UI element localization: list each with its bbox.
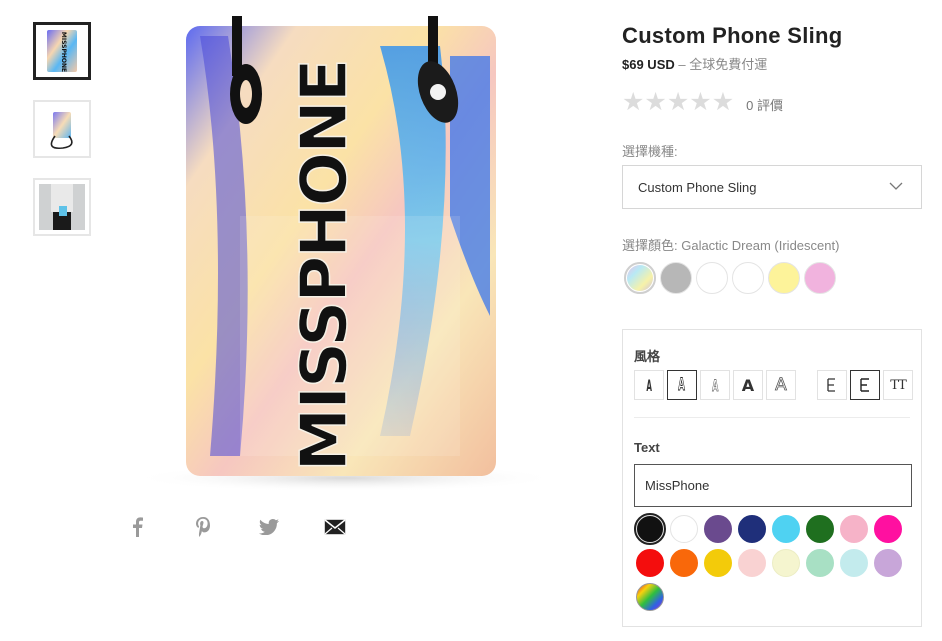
product-thumbnail-image: MISSPHONE	[47, 30, 77, 72]
color-swatch-white[interactable]	[696, 262, 728, 294]
star-icon: ★	[666, 88, 690, 116]
custom-text-input[interactable]	[634, 464, 912, 507]
text-color-swatches	[634, 513, 916, 617]
text-color-navy[interactable]	[738, 515, 766, 543]
font-style-condensed-outline[interactable]: A	[667, 370, 697, 400]
facebook-icon[interactable]	[104, 512, 170, 542]
text-color-cream[interactable]	[772, 549, 800, 577]
layout-left-icon[interactable]	[817, 370, 847, 400]
product-price: $69 USD	[622, 57, 675, 72]
thumbnail-list: MISSPHONE	[33, 22, 91, 256]
style-label: 風格	[634, 349, 661, 364]
layout-boxed-icon[interactable]	[850, 370, 880, 400]
twitter-icon[interactable]	[236, 512, 302, 542]
text-color-red[interactable]	[636, 549, 664, 577]
font-style-bold[interactable]: A	[733, 370, 763, 400]
text-color-light-blue[interactable]	[840, 549, 868, 577]
model-label: 選擇機種:	[622, 144, 678, 159]
product-image-text: MISSPHONE	[288, 61, 362, 472]
color-swatch-grey[interactable]	[660, 262, 692, 294]
text-color-sky[interactable]	[772, 515, 800, 543]
product-title: Custom Phone Sling	[622, 23, 843, 48]
font-style-outline[interactable]: A	[766, 370, 796, 400]
star-icon: ★	[622, 88, 645, 116]
review-count[interactable]: 0 評價	[746, 95, 783, 114]
text-color-light-pink[interactable]	[840, 515, 868, 543]
text-color-blush[interactable]	[738, 549, 766, 577]
email-icon[interactable]	[302, 512, 368, 542]
price-line: $69 USD – 全球免費付運	[622, 54, 922, 73]
text-color-black[interactable]	[634, 513, 666, 545]
thumbnail-strap[interactable]	[33, 100, 91, 158]
svg-text:MISSPHONE: MISSPHONE	[60, 32, 67, 72]
star-icon: ★	[711, 88, 735, 116]
color-swatch-yellow[interactable]	[768, 262, 800, 294]
product-info: Custom Phone Sling $69 USD – 全球免費付運 ★ ★ …	[622, 22, 922, 115]
text-color-yellow[interactable]	[704, 549, 732, 577]
font-style-condensed[interactable]: A	[634, 370, 664, 400]
font-style-options: A A A A A TT	[634, 370, 916, 400]
text-color-purple[interactable]	[704, 515, 732, 543]
text-color-rainbow[interactable]	[636, 583, 664, 611]
rating[interactable]: ★ ★ ★ ★ ★ 0 評價	[622, 89, 922, 115]
text-color-white[interactable]	[670, 515, 698, 543]
share-bar	[104, 512, 368, 542]
text-label: Text	[634, 440, 660, 455]
layout-tt-icon[interactable]: TT	[883, 370, 913, 400]
product-thumbnail-image	[39, 184, 85, 230]
text-color-lavender[interactable]	[874, 549, 902, 577]
thumbnail-front[interactable]: MISSPHONE	[33, 22, 91, 80]
color-label: 選擇顏色: Galactic Dream (Iridescent)	[622, 238, 840, 253]
text-color-green[interactable]	[806, 515, 834, 543]
chevron-down-icon	[889, 182, 903, 190]
text-color-magenta[interactable]	[874, 515, 902, 543]
color-swatch-clear[interactable]	[732, 262, 764, 294]
star-icon: ★	[689, 88, 712, 116]
customization-panel: 風格 A A A A A TT Text	[622, 329, 922, 627]
model-select-value: Custom Phone Sling	[638, 179, 757, 195]
text-color-orange[interactable]	[670, 549, 698, 577]
product-main-image: MISSPHONE	[130, 16, 560, 492]
color-swatch-pink[interactable]	[804, 262, 836, 294]
shipping-note: – 全球免費付運	[674, 57, 768, 72]
pinterest-icon[interactable]	[170, 512, 236, 542]
color-swatch-iridescent[interactable]	[624, 262, 656, 294]
thumbnail-model[interactable]	[33, 178, 91, 236]
divider	[634, 417, 910, 418]
font-style-condensed-hollow[interactable]: A	[700, 370, 730, 400]
color-swatches	[624, 262, 840, 294]
text-color-mint[interactable]	[806, 549, 834, 577]
model-select[interactable]: Custom Phone Sling	[622, 165, 922, 209]
product-thumbnail-image	[50, 112, 73, 150]
star-icon: ★	[644, 88, 667, 116]
